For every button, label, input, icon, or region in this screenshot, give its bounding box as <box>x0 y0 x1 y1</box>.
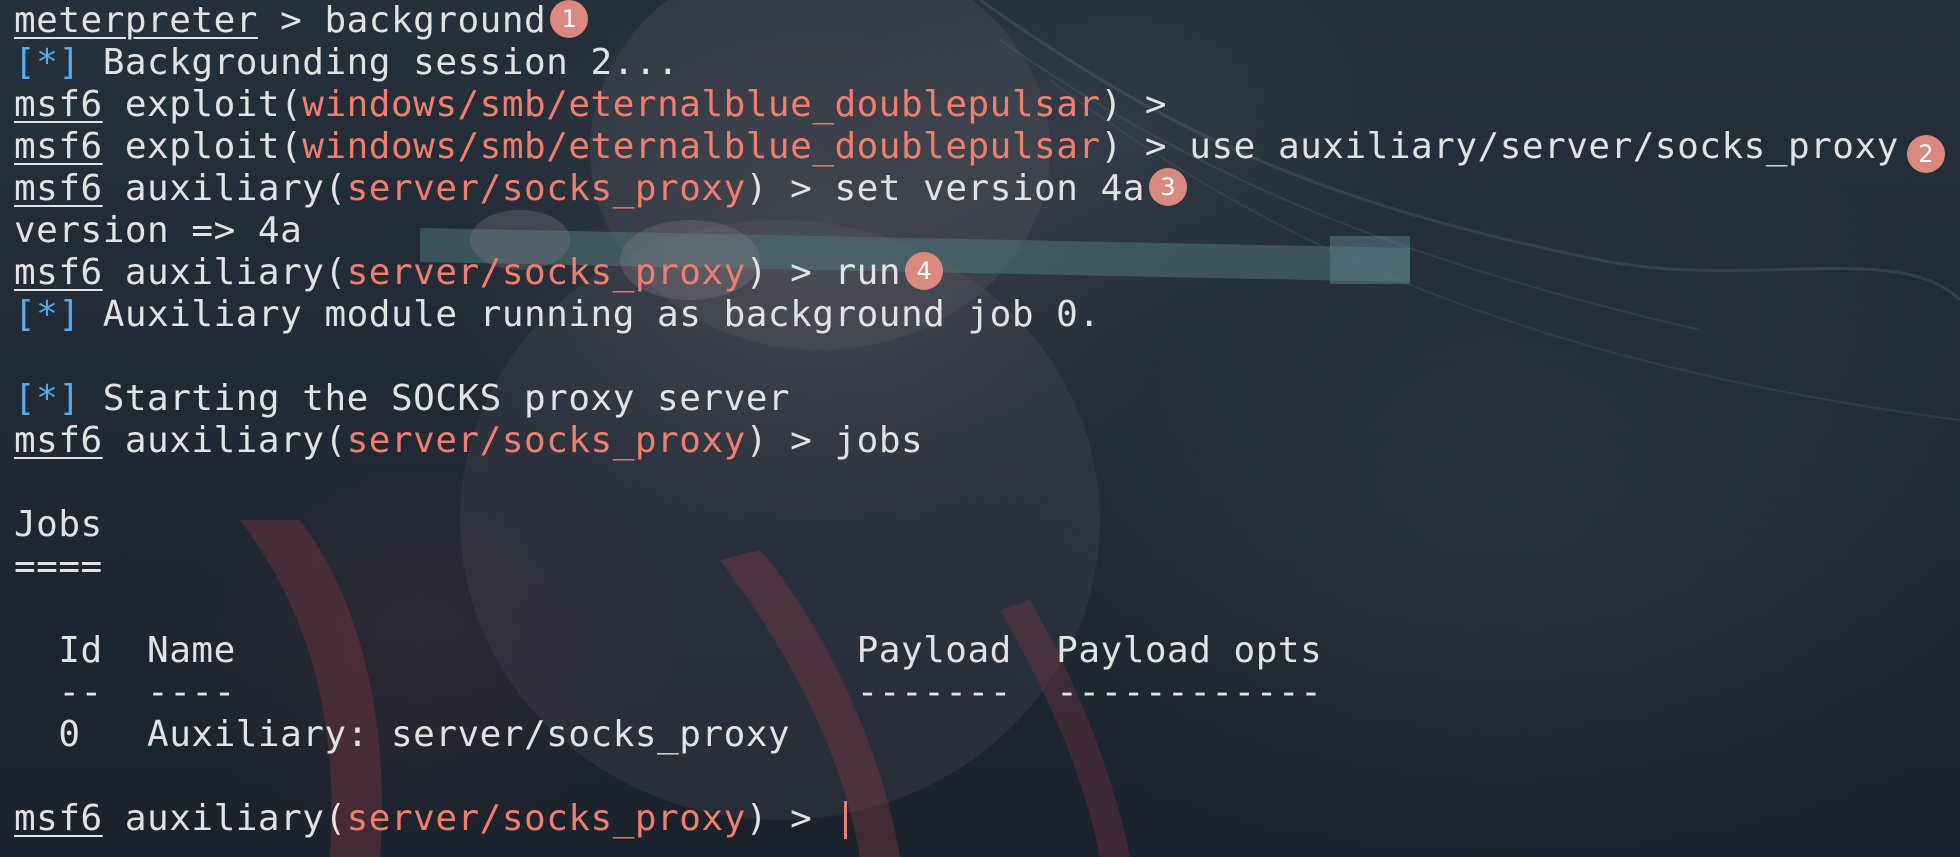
command-text: run <box>834 252 902 293</box>
prompt-separator: > <box>767 420 835 461</box>
prompt-module-close: ) <box>745 420 768 461</box>
prompt-module-kind: exploit( <box>102 84 303 125</box>
step-number-badge: 1 <box>550 0 589 38</box>
prompt-module-kind: exploit( <box>102 126 303 167</box>
terminal-line: msf6 auxiliary(server/socks_proxy) > job… <box>14 420 1954 462</box>
command-text: set version 4a <box>834 168 1145 209</box>
command-text: jobs <box>834 420 924 461</box>
command-text: background <box>324 0 547 41</box>
prompt-module-close: ) <box>1100 84 1123 125</box>
prompt-separator: > <box>767 168 835 209</box>
terminal-line: [*] Backgrounding session 2... <box>14 42 1954 84</box>
terminal-line: Id Name Payload Payload opts <box>14 630 1954 672</box>
prompt-separator: > <box>257 0 325 41</box>
terminal-line: Jobs <box>14 504 1954 546</box>
step-number-badge: 4 <box>905 252 944 290</box>
prompt-module-path: server/socks_proxy <box>346 798 746 839</box>
terminal-line: msf6 auxiliary(server/socks_proxy) > <box>14 798 1954 840</box>
prompt-module-path: server/socks_proxy <box>346 168 746 209</box>
prompt-module-path: server/socks_proxy <box>346 420 746 461</box>
output-text: Id Name Payload Payload opts <box>14 630 1323 671</box>
prompt-module-close: ) <box>1100 126 1123 167</box>
info-marker: [*] <box>14 378 81 419</box>
step-number-badge: 3 <box>1148 168 1187 206</box>
output-text: Auxiliary module running as background j… <box>80 294 1101 335</box>
prompt-host: meterpreter <box>14 0 258 41</box>
terminal-line: version => 4a <box>14 210 1954 252</box>
prompt-module-close: ) <box>745 798 768 839</box>
prompt-module-path: windows/smb/eternalblue_doublepulsar <box>302 84 1101 125</box>
terminal-line: [*] Auxiliary module running as backgrou… <box>14 294 1954 336</box>
prompt-host: msf6 <box>14 420 103 461</box>
terminal-line: 0 Auxiliary: server/socks_proxy <box>14 714 1954 756</box>
prompt-separator: > <box>767 252 835 293</box>
terminal-line: -- ---- ------- ------------ <box>14 672 1954 714</box>
prompt-module-path: server/socks_proxy <box>346 252 746 293</box>
terminal-window[interactable]: meterpreter > background 1 [*] Backgroundi… <box>0 0 1960 857</box>
terminal-line: msf6 exploit(windows/smb/eternalblue_dou… <box>14 84 1954 126</box>
output-text: Jobs <box>14 504 103 545</box>
prompt-host: msf6 <box>14 168 103 209</box>
prompt-separator: > <box>1122 126 1190 167</box>
command-text: use auxiliary/server/socks_proxy <box>1189 126 1899 167</box>
output-text: 0 Auxiliary: server/socks_proxy <box>14 714 791 755</box>
prompt-module-close: ) <box>745 252 768 293</box>
prompt-separator: > <box>1122 84 1190 125</box>
output-text: Starting the SOCKS proxy server <box>80 378 791 419</box>
output-text: ==== <box>14 546 103 587</box>
prompt-module-kind: auxiliary( <box>102 252 347 293</box>
terminal-line: ==== <box>14 546 1954 588</box>
prompt-host: msf6 <box>14 84 103 125</box>
prompt-module-kind: auxiliary( <box>102 420 347 461</box>
text-cursor[interactable] <box>844 801 848 839</box>
prompt-module-path: windows/smb/eternalblue_doublepulsar <box>302 126 1101 167</box>
output-text: Backgrounding session 2... <box>80 42 680 83</box>
terminal-line: msf6 exploit(windows/smb/eternalblue_dou… <box>14 126 1954 173</box>
prompt-separator: > <box>767 798 835 839</box>
terminal-line: msf6 auxiliary(server/socks_proxy) > run… <box>14 252 1954 294</box>
prompt-module-kind: auxiliary( <box>102 168 347 209</box>
terminal-line: msf6 auxiliary(server/socks_proxy) > set… <box>14 168 1954 210</box>
terminal-line: meterpreter > background 1 <box>14 0 1954 42</box>
terminal-output: meterpreter > background 1 [*] Backgroundi… <box>14 0 1954 840</box>
prompt-module-close: ) <box>745 168 768 209</box>
prompt-host: msf6 <box>14 252 103 293</box>
terminal-line: [*] Starting the SOCKS proxy server <box>14 378 1954 420</box>
prompt-host: msf6 <box>14 798 103 839</box>
prompt-host: msf6 <box>14 126 103 167</box>
info-marker: [*] <box>14 42 81 83</box>
output-text: -- ---- ------- ------------ <box>14 672 1323 713</box>
info-marker: [*] <box>14 294 81 335</box>
prompt-module-kind: auxiliary( <box>102 798 347 839</box>
output-text: version => 4a <box>14 210 303 251</box>
